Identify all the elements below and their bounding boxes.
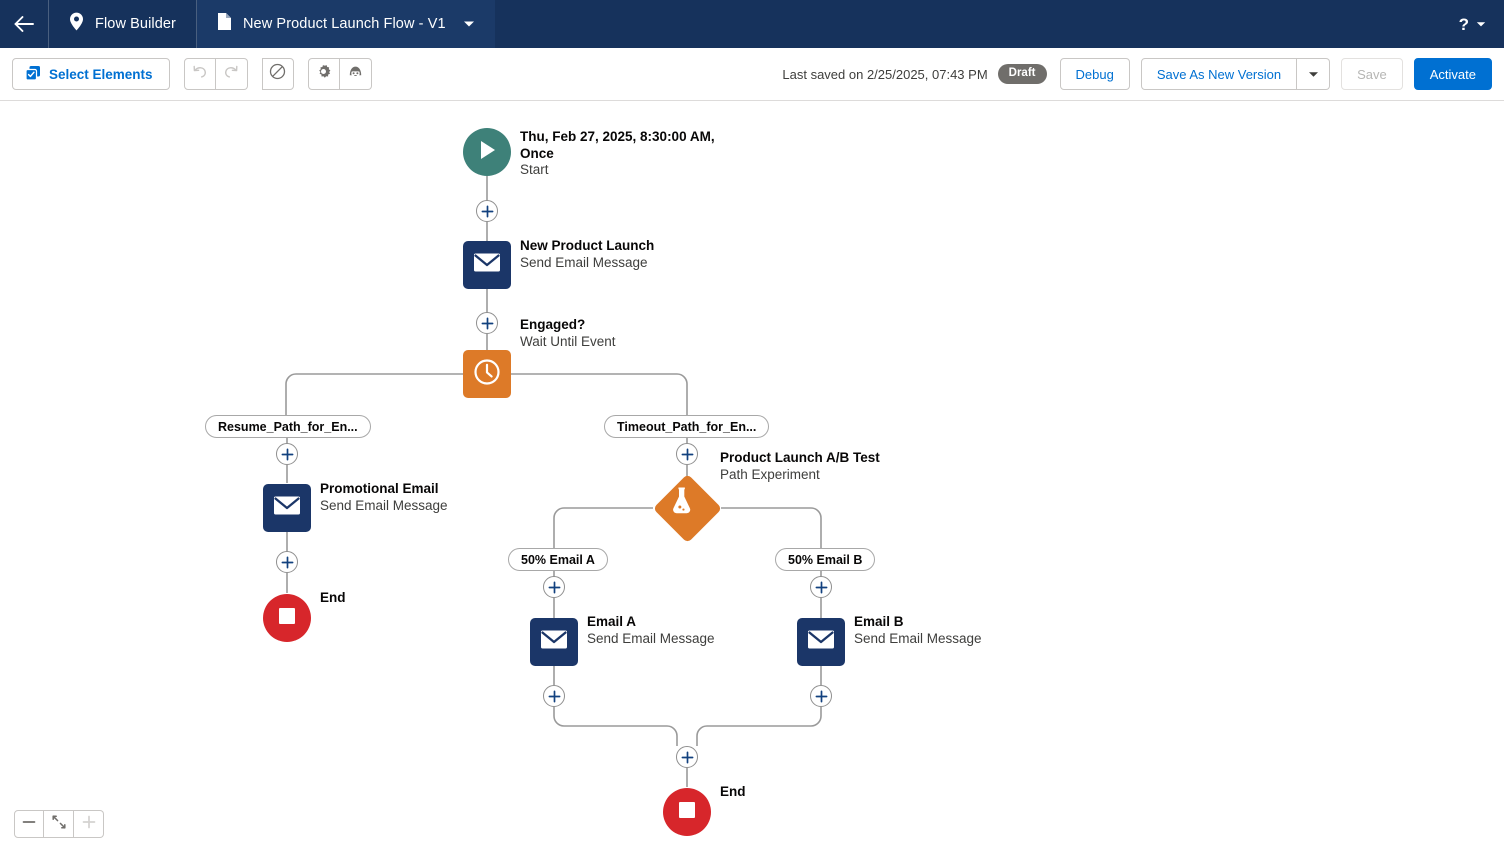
flask-icon [668, 486, 694, 519]
chevron-down-icon[interactable] [463, 15, 475, 33]
undo-redo-group [184, 58, 248, 90]
branch-pill-timeout-path[interactable]: Timeout_Path_for_En... [604, 415, 769, 438]
undo-icon [191, 63, 208, 85]
save-as-new-version-label: Save As New Version [1157, 67, 1281, 82]
document-icon [217, 12, 232, 36]
promotional-email-node-shape[interactable] [263, 484, 311, 532]
envelope-icon [273, 495, 301, 521]
flow-name-tab[interactable]: New Product Launch Flow - V1 [197, 0, 495, 48]
end-left-node-shape[interactable] [263, 594, 311, 642]
flow-toolbar: Select Elements [0, 48, 1504, 101]
add-element-button-after-start[interactable] [476, 200, 498, 222]
engaged-wait-node-shape[interactable] [463, 350, 511, 398]
add-element-button-after-timeout-path[interactable] [676, 443, 698, 465]
add-element-button-after-resume-path[interactable] [276, 443, 298, 465]
add-element-button-after-new-product-launch[interactable] [476, 312, 498, 334]
end-bottom-node-shape[interactable] [663, 788, 711, 836]
timeout-path-label: Timeout_Path_for_En... [617, 420, 756, 434]
stop-square-icon [677, 800, 697, 825]
settings-group [308, 58, 372, 90]
play-icon [476, 138, 498, 167]
prohibited-group [262, 58, 294, 90]
fit-to-view-button[interactable] [44, 810, 74, 838]
arrow-left-icon [13, 15, 35, 33]
app-header: Flow Builder New Product Launch Flow - V… [0, 0, 1504, 48]
add-element-button-after-email-b[interactable] [810, 685, 832, 707]
back-button[interactable] [0, 0, 48, 48]
einstein-robot-icon [347, 63, 364, 85]
undo-button[interactable] [184, 58, 216, 90]
zoom-controls [14, 810, 104, 838]
zoom-in-button[interactable] [74, 810, 104, 838]
email-a-split-label: 50% Email A [521, 553, 595, 567]
no-entry-button[interactable] [262, 58, 294, 90]
select-elements-icon [25, 65, 41, 84]
status-badge: Draft [998, 64, 1047, 84]
fit-to-view-icon [52, 815, 66, 834]
header-spacer [495, 0, 1449, 48]
ab-test-node-shape[interactable] [662, 483, 712, 533]
flask-icon-wrapper [668, 486, 717, 519]
redo-button[interactable] [216, 58, 248, 90]
chevron-down-icon [1476, 15, 1486, 33]
save-button[interactable]: Save [1341, 58, 1403, 90]
no-entry-icon [269, 63, 286, 85]
email-a-node-shape[interactable] [530, 618, 578, 666]
save-label: Save [1357, 67, 1387, 82]
minus-icon [22, 815, 36, 834]
help-menu-button[interactable]: ? [1449, 0, 1504, 48]
add-element-button-after-email-a-split[interactable] [543, 576, 565, 598]
flow-name-label: New Product Launch Flow - V1 [243, 16, 446, 32]
envelope-icon [473, 252, 501, 278]
select-elements-button[interactable]: Select Elements [12, 58, 170, 90]
stop-square-icon [277, 606, 297, 631]
save-as-new-version-split: Save As New Version [1141, 58, 1330, 90]
flow-canvas[interactable]: Thu, Feb 27, 2025, 8:30:00 AM, Once Star… [0, 101, 1504, 846]
activate-label: Activate [1430, 67, 1476, 82]
save-as-new-version-button[interactable]: Save As New Version [1141, 58, 1297, 90]
envelope-icon [807, 629, 835, 655]
add-element-button-after-email-b-split[interactable] [810, 576, 832, 598]
einstein-button[interactable] [340, 58, 372, 90]
email-b-split-label: 50% Email B [788, 553, 862, 567]
plus-icon [82, 815, 96, 834]
flow-connectors [0, 101, 1504, 846]
save-options-dropdown-button[interactable] [1297, 58, 1330, 90]
add-element-button-before-end-bottom[interactable] [676, 746, 698, 768]
question-mark-icon: ? [1459, 16, 1469, 33]
email-b-node-shape[interactable] [797, 618, 845, 666]
new-product-launch-node-shape[interactable] [463, 241, 511, 289]
app-name-block[interactable]: Flow Builder [49, 0, 196, 48]
debug-label: Debug [1076, 67, 1114, 82]
chevron-down-icon [1308, 65, 1319, 83]
branch-pill-email-b-split[interactable]: 50% Email B [775, 548, 875, 571]
select-elements-label: Select Elements [49, 67, 153, 82]
app-name-label: Flow Builder [95, 16, 176, 32]
add-element-button-after-email-a[interactable] [543, 685, 565, 707]
start-node-shape[interactable] [463, 128, 511, 176]
envelope-icon [540, 629, 568, 655]
redo-icon [223, 63, 240, 85]
zoom-out-button[interactable] [14, 810, 44, 838]
add-element-button-after-promotional-email[interactable] [276, 551, 298, 573]
resume-path-label: Resume_Path_for_En... [218, 420, 358, 434]
flow-settings-button[interactable] [308, 58, 340, 90]
location-pin-icon [69, 12, 84, 36]
debug-button[interactable]: Debug [1060, 58, 1130, 90]
last-saved-text: Last saved on 2/25/2025, 07:43 PM [782, 67, 987, 82]
branch-pill-resume-path[interactable]: Resume_Path_for_En... [205, 415, 371, 438]
gear-icon [315, 63, 332, 85]
branch-pill-email-a-split[interactable]: 50% Email A [508, 548, 608, 571]
activate-button[interactable]: Activate [1414, 58, 1492, 90]
clock-icon [473, 358, 501, 391]
